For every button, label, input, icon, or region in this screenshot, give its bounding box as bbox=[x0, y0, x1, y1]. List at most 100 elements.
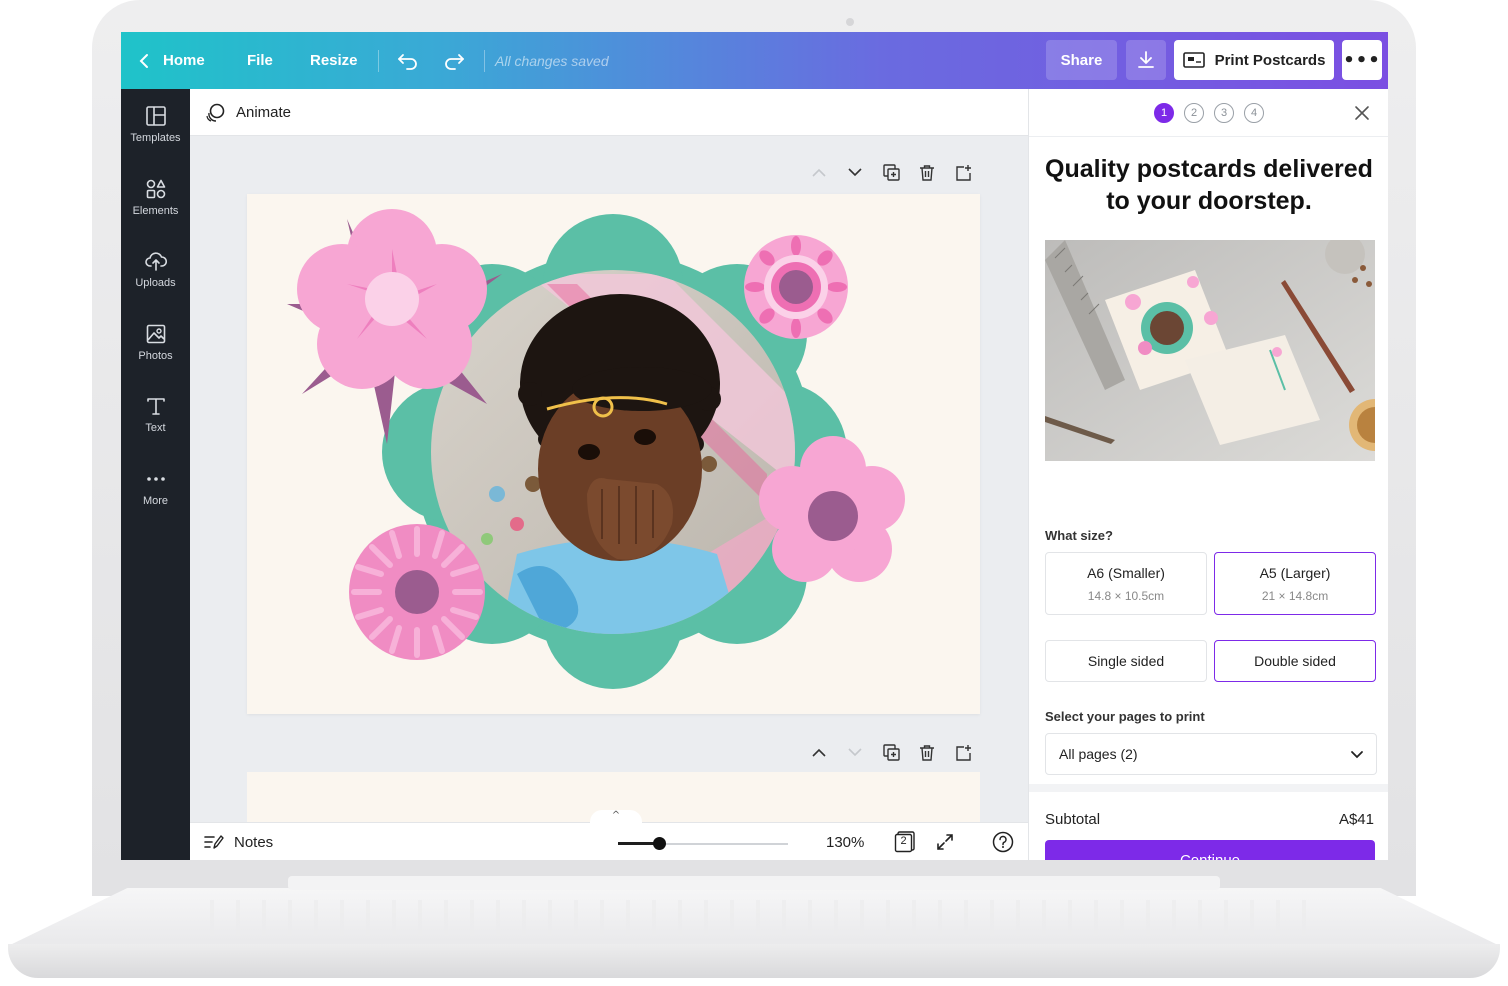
share-button[interactable]: Share bbox=[1046, 40, 1117, 80]
app-screen: Home File Resize All changes saved Share… bbox=[121, 32, 1388, 860]
share-label: Share bbox=[1060, 51, 1103, 69]
print-postcards-button[interactable]: Print Postcards bbox=[1174, 40, 1334, 80]
home-button[interactable]: Home bbox=[139, 32, 205, 89]
size-section-label: What size? bbox=[1045, 528, 1113, 543]
sidebar-item-label: Photos bbox=[138, 350, 173, 362]
save-status: All changes saved bbox=[495, 52, 609, 69]
trash-icon bbox=[920, 164, 934, 181]
sidebar-item-label: More bbox=[142, 495, 169, 507]
add-page-button[interactable] bbox=[954, 163, 972, 181]
step-1[interactable]: 1 bbox=[1154, 102, 1174, 123]
help-button[interactable] bbox=[992, 831, 1014, 857]
laptop-base bbox=[8, 876, 1500, 986]
flower-daisy bbox=[349, 524, 485, 660]
add-page-button[interactable] bbox=[954, 743, 972, 761]
move-page-up-button[interactable] bbox=[810, 163, 828, 181]
page-count: 2 bbox=[900, 835, 907, 847]
duplicate-page-button[interactable] bbox=[882, 163, 900, 181]
notes-button[interactable]: Notes bbox=[204, 823, 273, 860]
sidebar-item-label: Uploads bbox=[135, 277, 176, 289]
panel-title-line-2: to your doorstep. bbox=[1106, 187, 1312, 215]
notes-label: Notes bbox=[234, 833, 274, 851]
templates-icon bbox=[145, 106, 166, 126]
close-panel-button[interactable] bbox=[1352, 103, 1372, 123]
sidebar-item-templates[interactable]: Templates bbox=[121, 105, 190, 165]
postcard-preview-photo bbox=[1045, 240, 1375, 461]
file-menu-button[interactable]: File bbox=[247, 32, 273, 89]
sidebar-item-more[interactable]: More bbox=[121, 468, 190, 528]
chevron-down-icon bbox=[848, 167, 862, 176]
move-page-down-button[interactable] bbox=[846, 163, 864, 181]
redo-button[interactable] bbox=[443, 32, 465, 89]
move-page-up-button[interactable] bbox=[810, 743, 828, 761]
page-2-toolbar bbox=[810, 743, 972, 761]
delete-page-button[interactable] bbox=[918, 163, 936, 181]
single-sided-option[interactable]: Single sided bbox=[1045, 640, 1207, 682]
duplicate-page-button[interactable] bbox=[882, 743, 900, 761]
uploads-icon bbox=[144, 252, 167, 271]
print-label: Print Postcards bbox=[1214, 51, 1326, 69]
expand-icon bbox=[937, 834, 953, 850]
add-page-icon bbox=[955, 744, 971, 761]
step-4[interactable]: 4 bbox=[1244, 102, 1264, 123]
zoom-slider[interactable] bbox=[618, 837, 788, 850]
pages-select[interactable]: All pages (2) bbox=[1045, 733, 1377, 775]
laptop-bottom-edge bbox=[8, 944, 1500, 978]
sidebar: Templates Elements Uploads Photos Text M… bbox=[121, 89, 190, 860]
postcard-artwork bbox=[287, 209, 905, 689]
sides-option-label: Single sided bbox=[1087, 653, 1165, 669]
photos-icon bbox=[146, 324, 165, 344]
page-count-button[interactable]: 2 bbox=[894, 831, 916, 853]
sidebar-item-photos[interactable]: Photos bbox=[121, 323, 190, 383]
close-icon bbox=[1355, 106, 1369, 120]
continue-label: Continue bbox=[1179, 851, 1241, 861]
resize-button[interactable]: Resize bbox=[310, 32, 358, 89]
print-panel: 1 2 3 4 Quality postcards delivered to y… bbox=[1028, 89, 1388, 860]
download-button[interactable] bbox=[1126, 40, 1166, 80]
undo-button[interactable] bbox=[397, 32, 419, 89]
bottom-bar: ^ Notes 130% 2 bbox=[190, 810, 1028, 860]
double-sided-option[interactable]: Double sided bbox=[1214, 640, 1376, 682]
size-option-dims: 14.8 × 10.5cm bbox=[1087, 588, 1165, 603]
continue-button[interactable]: Continue bbox=[1045, 840, 1375, 860]
undo-icon bbox=[398, 53, 417, 70]
show-pages-toggle[interactable]: ^ bbox=[590, 810, 642, 824]
move-page-down-button[interactable] bbox=[846, 743, 864, 761]
animate-icon bbox=[206, 103, 225, 122]
zoom-level[interactable]: 130% bbox=[826, 823, 864, 860]
more-icon bbox=[146, 477, 165, 481]
pages-section-label: Select your pages to print bbox=[1045, 709, 1205, 724]
duplicate-icon bbox=[882, 743, 900, 761]
postcard-page-1[interactable] bbox=[247, 194, 980, 714]
size-option-a5[interactable]: A5 (Larger) 21 × 14.8cm bbox=[1214, 552, 1376, 615]
step-3[interactable]: 3 bbox=[1214, 102, 1234, 123]
delete-page-button[interactable] bbox=[918, 743, 936, 761]
sidebar-item-label: Elements bbox=[132, 205, 179, 217]
panel-divider bbox=[1029, 784, 1388, 792]
chevron-up-icon bbox=[812, 168, 826, 177]
more-options-button[interactable]: ••• bbox=[1342, 40, 1382, 80]
sidebar-item-text[interactable]: Text bbox=[121, 395, 190, 455]
sidebar-item-uploads[interactable]: Uploads bbox=[121, 250, 190, 310]
panel-title-line-1: Quality postcards delivered bbox=[1045, 155, 1373, 183]
fullscreen-button[interactable] bbox=[936, 833, 954, 855]
chevron-up-icon: ^ bbox=[611, 810, 621, 821]
animate-button[interactable]: Animate bbox=[204, 89, 291, 136]
download-icon bbox=[1138, 51, 1154, 68]
notes-icon bbox=[204, 835, 224, 849]
context-toolbar: Animate bbox=[190, 89, 1028, 136]
trash-icon bbox=[920, 744, 934, 761]
size-option-a6[interactable]: A6 (Smaller) 14.8 × 10.5cm bbox=[1045, 552, 1207, 615]
design-canvas bbox=[190, 136, 1028, 822]
size-option-title: A6 (Smaller) bbox=[1087, 564, 1165, 581]
sidebar-item-label: Templates bbox=[130, 132, 181, 144]
home-label: Home bbox=[163, 52, 205, 69]
sidebar-item-elements[interactable]: Elements bbox=[121, 178, 190, 238]
step-indicator: 1 2 3 4 bbox=[1029, 89, 1388, 137]
zoom-slider-handle[interactable] bbox=[652, 837, 666, 850]
chevron-left-icon bbox=[139, 53, 148, 68]
step-2[interactable]: 2 bbox=[1184, 102, 1204, 123]
chevron-down-icon bbox=[848, 747, 862, 756]
top-bar: Home File Resize All changes saved Share… bbox=[121, 32, 1388, 89]
ellipsis-icon: ••• bbox=[1343, 49, 1381, 71]
